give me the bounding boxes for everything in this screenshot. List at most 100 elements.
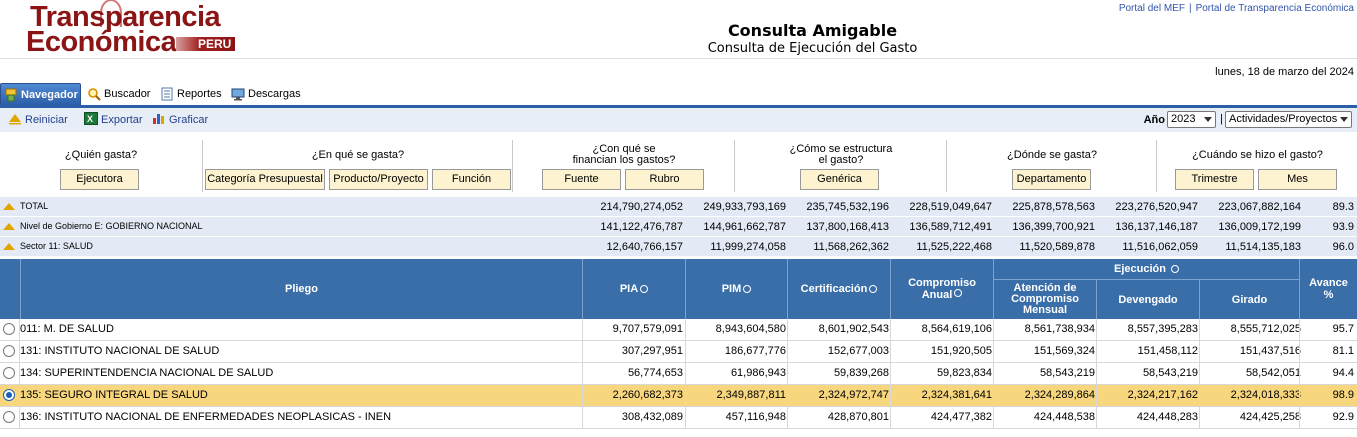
- pliego-name: 136: INSTITUTO NACIONAL DE ENFERMEDADES …: [20, 411, 392, 423]
- summary-value: 136,589,712,491: [909, 221, 992, 233]
- row-value: 58,543,219: [1039, 367, 1095, 379]
- row-value: 8,564,619,106: [921, 323, 992, 335]
- header-compromiso-anual[interactable]: Compromiso Anual: [890, 259, 993, 319]
- header-pim[interactable]: PIM: [685, 259, 787, 319]
- summary-value: 93.9: [1332, 221, 1354, 233]
- brand-logo[interactable]: Transparencia Económica PERU: [26, 0, 236, 58]
- row-radio[interactable]: [3, 345, 15, 357]
- table-row[interactable]: 134: SUPERINTENDENCIA NACIONAL DE SALUD 5…: [0, 363, 1357, 385]
- summary-value: 223,067,882,164: [1218, 201, 1301, 213]
- question-text-line2: el gasto?: [818, 154, 864, 166]
- question-que: ¿En qué se gasta? Categoría Presupuestal…: [204, 140, 513, 192]
- ejecutora-button[interactable]: Ejecutora: [60, 169, 139, 190]
- table-row[interactable]: 136: INSTITUTO NACIONAL DE ENFERMEDADES …: [0, 407, 1357, 429]
- row-value: 424,448,283: [1136, 411, 1198, 423]
- column-divider: [1096, 319, 1097, 429]
- header-gir-label: Girado: [1231, 293, 1268, 306]
- summary-value: 228,519,049,647: [909, 201, 992, 213]
- year-select[interactable]: 2023: [1167, 111, 1216, 128]
- row-value: 8,601,902,543: [818, 323, 889, 335]
- link-portal-mef[interactable]: Portal del MEF: [1119, 3, 1185, 14]
- row-value: 151,458,112: [1137, 345, 1198, 357]
- type-select[interactable]: Actividades/Proyectos: [1225, 111, 1352, 128]
- row-value: 428,870,801: [827, 411, 889, 423]
- column-divider: [890, 319, 891, 429]
- table-row[interactable]: 011: M. DE SALUD 9,707,579,091 8,943,604,5…: [0, 319, 1357, 341]
- summary-row[interactable]: Sector 11: SALUD 12,640,766,157 11,999,274…: [0, 237, 1357, 257]
- summary-label: Nivel de Gobierno E: GOBIERNO NACIONAL: [20, 221, 203, 231]
- summary-value: 235,745,532,196: [806, 201, 889, 213]
- sort-icon[interactable]: [743, 285, 752, 293]
- svg-text:X: X: [87, 114, 93, 124]
- sort-icon[interactable]: [869, 285, 878, 293]
- chart-button[interactable]: Graficar: [152, 112, 208, 126]
- header-pia[interactable]: PIA: [582, 259, 685, 319]
- row-radio[interactable]: [3, 411, 15, 423]
- trimestre-button[interactable]: Trimestre: [1175, 169, 1254, 190]
- triangle-up-icon: [9, 114, 21, 125]
- question-cuando: ¿Cuándo se hizo el gasto? Trimestre Mes: [1158, 140, 1357, 192]
- row-value: 59,839,268: [833, 367, 889, 379]
- table-row[interactable]: 135: SEGURO INTEGRAL DE SALUD 2,260,682,3…: [0, 385, 1357, 407]
- summary-row[interactable]: TOTAL 214,790,274,052 249,933,793,169 235,7…: [0, 197, 1357, 217]
- sort-icon[interactable]: [954, 289, 963, 297]
- question-panel: ¿Quién gasta? Ejecutora ¿En qué se gasta…: [0, 140, 1357, 192]
- fuente-button[interactable]: Fuente: [542, 169, 621, 190]
- row-value: 8,557,395,283: [1127, 323, 1198, 335]
- summary-row[interactable]: Nivel de Gobierno E: GOBIERNO NACIONAL 14…: [0, 217, 1357, 237]
- categoria-presupuestal-button[interactable]: Categoría Presupuestal: [205, 169, 325, 190]
- mes-button[interactable]: Mes: [1258, 169, 1337, 190]
- summary-value: 223,276,520,947: [1115, 201, 1198, 213]
- header-atencion-compromiso[interactable]: Atención de Compromiso Mensual: [993, 280, 1096, 319]
- row-value: 151,437,516: [1239, 345, 1301, 357]
- header-devengado[interactable]: Devengado: [1096, 280, 1199, 319]
- row-value: 457,116,948: [725, 411, 786, 423]
- funcion-button[interactable]: Función: [432, 169, 511, 190]
- summary-value: 11,999,274,058: [710, 241, 786, 253]
- column-divider: [582, 319, 583, 429]
- tab-reportes[interactable]: Reportes: [157, 83, 227, 105]
- rubro-button[interactable]: Rubro: [625, 169, 704, 190]
- table-row[interactable]: 131: INSTITUTO NACIONAL DE SALUD 307,297,…: [0, 341, 1357, 363]
- header-pliego[interactable]: Pliego: [20, 259, 582, 319]
- row-value: 2,324,217,162: [1127, 389, 1198, 401]
- header-pia-label: PIA: [619, 283, 639, 295]
- reset-button[interactable]: Reiniciar: [8, 112, 68, 126]
- collapse-triangle-icon[interactable]: [3, 243, 15, 250]
- sort-icon[interactable]: [640, 285, 649, 293]
- header-certificacion[interactable]: Certificación: [787, 259, 890, 319]
- header-av-line1: Avance: [1309, 277, 1348, 289]
- collapse-triangle-icon[interactable]: [3, 223, 15, 230]
- row-value: 2,324,972,747: [818, 389, 889, 401]
- header-girado[interactable]: Girado: [1199, 280, 1299, 319]
- header-avance[interactable]: Avance%: [1299, 259, 1357, 319]
- link-portal-transparencia[interactable]: Portal de Transparencia Económica: [1196, 3, 1354, 14]
- row-value: 424,448,538: [1033, 411, 1095, 423]
- question-con-que: ¿Con qué se financian los gastos? Fuente…: [514, 140, 735, 192]
- tab-descargas[interactable]: Descargas: [228, 83, 308, 105]
- summary-value: 136,009,172,199: [1218, 221, 1301, 233]
- tab-label: Descargas: [248, 88, 301, 100]
- export-button[interactable]: X Exportar: [84, 112, 143, 126]
- tab-navegador[interactable]: Navegador: [0, 83, 81, 105]
- collapse-triangle-icon[interactable]: [3, 203, 15, 210]
- question-text: ¿Cuándo se hizo el gasto?: [1192, 149, 1323, 161]
- row-radio[interactable]: [3, 367, 15, 379]
- departamento-button[interactable]: Departamento: [1012, 169, 1091, 190]
- summary-value: 11,525,222,468: [916, 241, 992, 253]
- row-radio[interactable]: [3, 323, 15, 335]
- row-radio[interactable]: [3, 389, 15, 401]
- generica-button[interactable]: Genérica: [800, 169, 879, 190]
- navigator-icon: [5, 88, 17, 102]
- producto-proyecto-button[interactable]: Producto/Proyecto: [329, 169, 428, 190]
- header-dev-label: Devengado: [1118, 293, 1178, 306]
- header-cert-label: Certificación: [800, 283, 868, 295]
- current-date: lunes, 18 de marzo del 2024: [1215, 66, 1354, 78]
- sort-icon[interactable]: [1170, 265, 1179, 273]
- pliego-name: 131: INSTITUTO NACIONAL DE SALUD: [20, 345, 220, 357]
- tab-buscador[interactable]: Buscador: [84, 83, 156, 105]
- pliego-name: 011: M. DE SALUD: [20, 323, 114, 335]
- summary-value: 136,137,146,187: [1115, 221, 1198, 233]
- question-como: ¿Cómo se estructura el gasto? Genérica: [736, 140, 947, 192]
- summary-value: 11,568,262,362: [813, 241, 889, 253]
